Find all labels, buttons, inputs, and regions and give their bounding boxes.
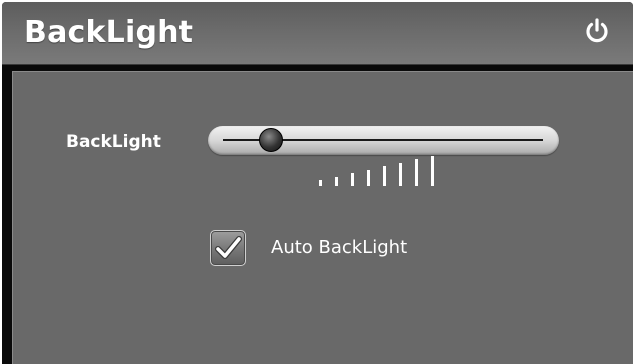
level-bar (319, 180, 322, 186)
window-title: BackLight (24, 15, 194, 50)
checkmark-icon (215, 236, 242, 259)
level-bar (431, 156, 434, 186)
power-button[interactable] (582, 16, 612, 46)
backlight-label: BackLight (66, 132, 161, 152)
auto-backlight-label: Auto BackLight (271, 237, 408, 258)
level-bar (383, 166, 386, 186)
backlight-slider[interactable] (208, 126, 559, 155)
settings-panel: BackLight Auto BackLight (12, 71, 633, 364)
level-bar (399, 162, 402, 186)
title-bar: BackLight (2, 2, 633, 65)
level-bar (415, 159, 418, 186)
power-icon (586, 18, 608, 43)
auto-backlight-checkbox[interactable] (210, 230, 246, 266)
slider-knob[interactable] (259, 128, 283, 152)
level-bar (335, 176, 338, 186)
level-bar (367, 169, 370, 186)
level-bar (351, 173, 354, 186)
backlight-window: BackLight BackLight Auto BackLight (2, 2, 633, 364)
brightness-level-indicator (319, 156, 449, 186)
